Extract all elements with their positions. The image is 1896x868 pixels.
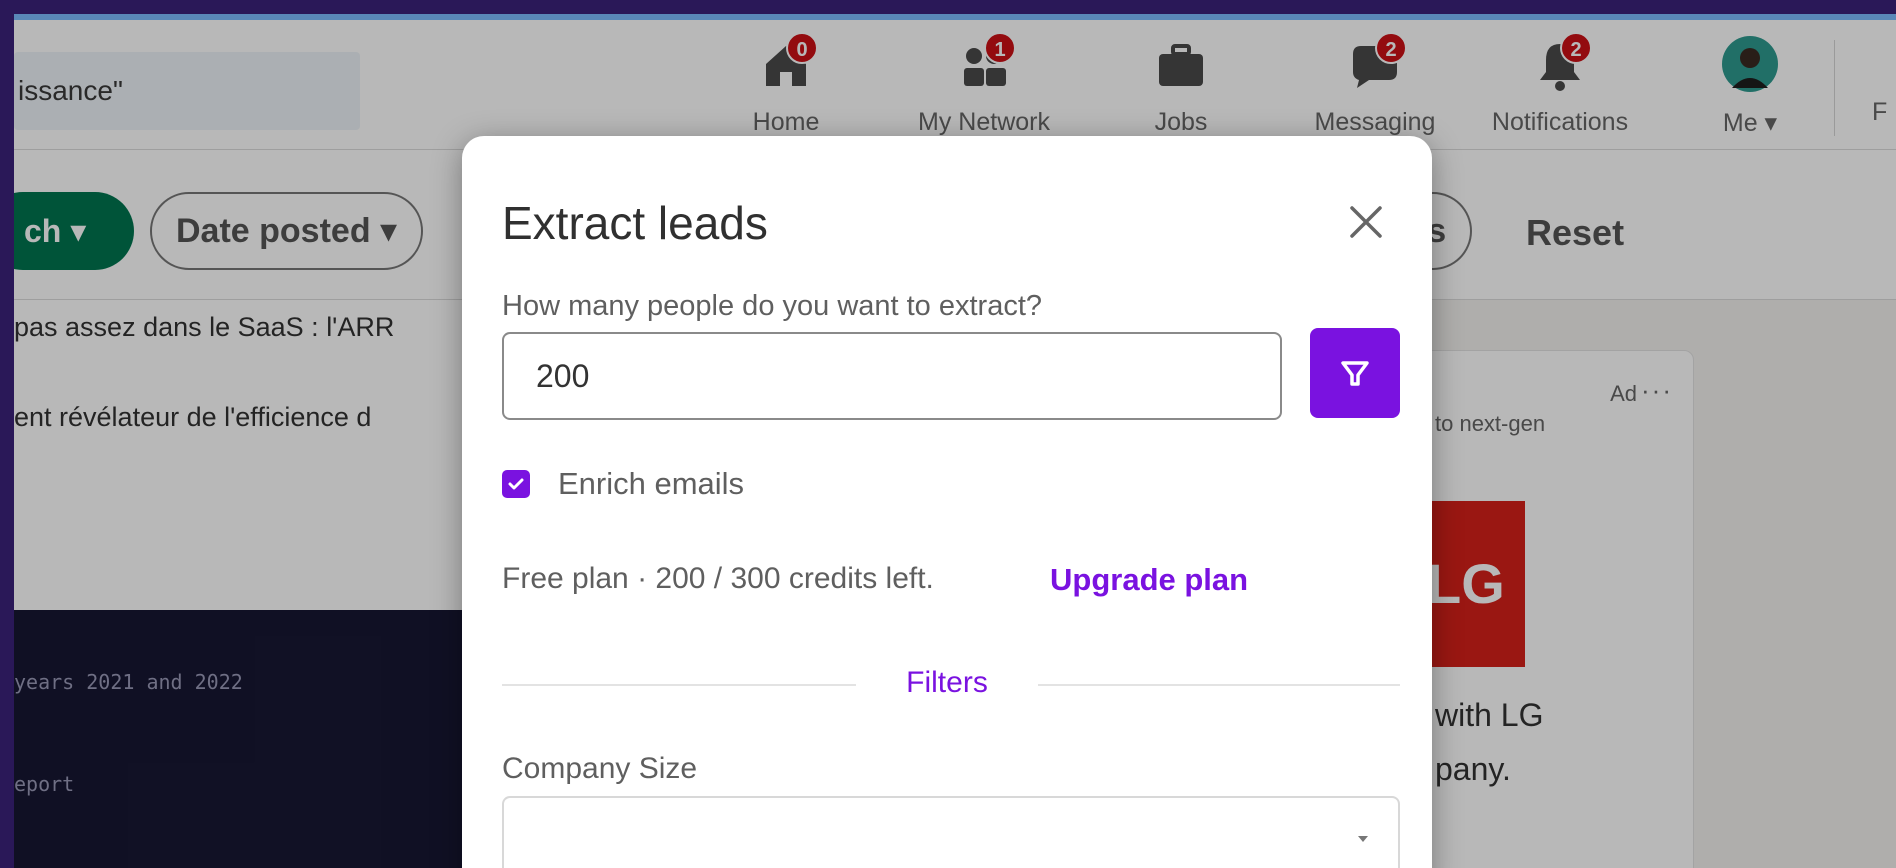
chevron-down-icon [1358, 836, 1368, 842]
close-icon[interactable] [1342, 198, 1390, 246]
upgrade-plan-link[interactable]: Upgrade plan [1050, 562, 1248, 598]
plan-credits-text: Free plan · 200 / 300 credits left. [502, 562, 934, 595]
modal-title: Extract leads [502, 197, 768, 249]
filter-button[interactable] [1310, 328, 1400, 418]
company-size-label: Company Size [502, 752, 698, 785]
quantity-input[interactable] [502, 332, 1282, 420]
enrich-emails-checkbox[interactable] [502, 470, 530, 498]
company-size-select[interactable] [502, 796, 1400, 868]
linkedin-screen: issance" 0 Home 1 My Network Jobs 2 Mess… [14, 14, 1896, 868]
quantity-label: How many people do you want to extract? [502, 290, 1043, 322]
enrich-emails-row: Enrich emails [502, 464, 744, 504]
extract-leads-modal: Extract leads How many people do you wan… [462, 136, 1432, 868]
filter-icon [1341, 361, 1369, 386]
filters-heading: Filters [906, 666, 988, 699]
check-icon [508, 478, 524, 490]
enrich-emails-label: Enrich emails [558, 466, 745, 501]
